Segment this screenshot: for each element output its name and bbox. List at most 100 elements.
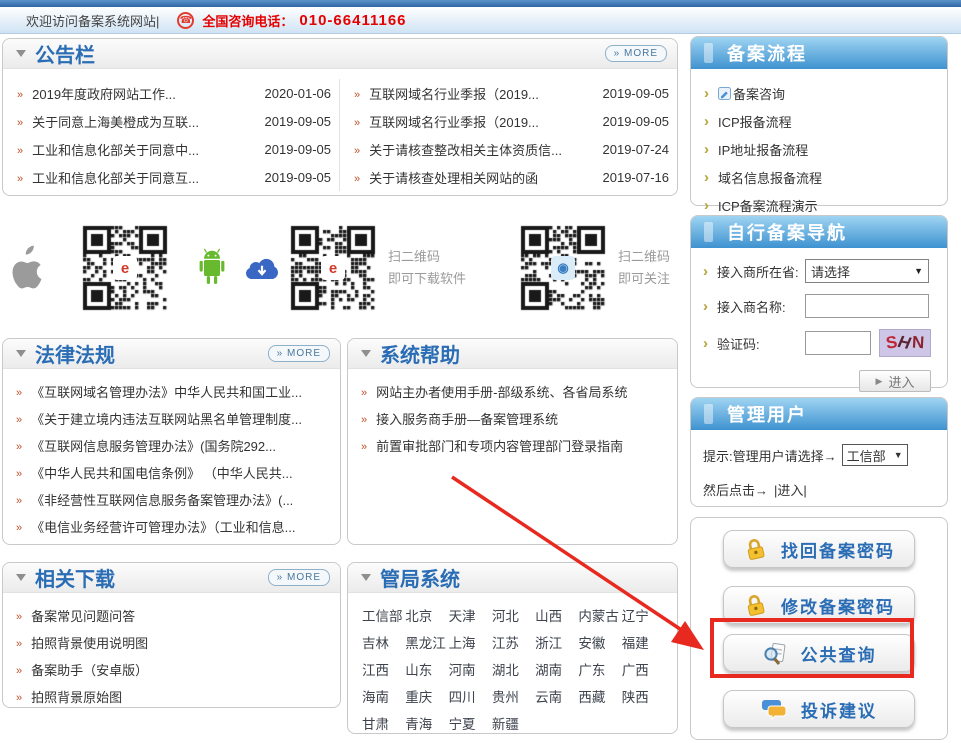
public-query-button[interactable]: 公共查询 <box>723 634 915 672</box>
announcement-item[interactable]: 互联网域名行业季报（2019...2019-09-05 <box>340 107 677 135</box>
bureau-link[interactable]: 北京 <box>405 605 448 625</box>
law-item[interactable]: 《电信业务经营许可管理办法》（工业和信息... <box>3 513 340 540</box>
header-stripe <box>704 43 713 63</box>
bureau-link[interactable]: 甘肃 <box>362 713 405 733</box>
qr-code-download-1: e <box>80 223 170 313</box>
bureau-link[interactable]: 广东 <box>578 659 621 679</box>
law-item[interactable]: 《关于建立境内违法互联网站黑名单管理制度... <box>3 405 340 432</box>
bureau-link[interactable]: 上海 <box>449 632 492 652</box>
download-item[interactable]: 拍照背景原始图 <box>3 683 340 710</box>
process-item[interactable]: 备案咨询 <box>691 79 947 107</box>
top-blue-strip <box>0 0 961 7</box>
law-item[interactable]: 《非经营性互联网信息服务备案管理办法》(... <box>3 486 340 513</box>
province-row: 接入商所在省: 请选择 ▼ <box>703 259 937 283</box>
admin-enter-link[interactable]: |进入| <box>774 480 807 499</box>
bureau-link[interactable]: 福建 <box>622 632 665 652</box>
announcement-item[interactable]: 工业和信息化部关于同意中...2019-09-05 <box>3 135 339 163</box>
law-item[interactable]: 《互联网信息服务管理办法》(国务院292... <box>3 432 340 459</box>
bureau-link[interactable]: 吉林 <box>362 632 405 652</box>
admin-user-select[interactable]: 工信部 ▼ <box>842 444 908 466</box>
bureaus-title: 管局系统 <box>380 563 460 592</box>
bureau-link[interactable]: 贵州 <box>492 686 535 706</box>
help-list: 网站主办者使用手册-部级系统、各省局系统 接入服务商手册—备案管理系统 前置审批… <box>348 369 677 459</box>
cloud-download-icon <box>240 252 284 284</box>
android-logo-icon <box>192 245 232 291</box>
bureau-link[interactable]: 浙江 <box>535 632 578 652</box>
bullet-icon <box>354 114 369 129</box>
bureau-link[interactable]: 天津 <box>449 605 492 625</box>
announcement-item[interactable]: 工业和信息化部关于同意互...2019-09-05 <box>3 163 339 191</box>
bureau-link[interactable]: 江苏 <box>492 632 535 652</box>
announcement-item[interactable]: 2019年度政府网站工作...2020-01-06 <box>3 79 339 107</box>
actions-panel: 找回备案密码 修改备案密码 公共查询 投诉建议 <box>690 517 948 740</box>
welcome-text: 欢迎访问备案系统网站| <box>26 11 159 30</box>
downloads-more-button[interactable]: » MORE <box>268 569 330 586</box>
bureau-link[interactable]: 宁夏 <box>449 713 492 733</box>
isp-name-input[interactable] <box>805 294 929 318</box>
bureau-link[interactable]: 重庆 <box>405 686 448 706</box>
law-item[interactable]: 《互联网域名管理办法》中华人民共和国工业... <box>3 378 340 405</box>
bullet-icon <box>704 169 718 186</box>
bullet-icon <box>354 86 369 101</box>
admin-header: 管理用户 <box>691 398 947 430</box>
padlock-icon <box>741 535 769 563</box>
edit-icon <box>718 87 731 100</box>
bullet-icon <box>16 438 31 453</box>
bureau-link[interactable]: 西藏 <box>578 686 621 706</box>
triangle-down-icon <box>361 350 371 357</box>
bureau-link[interactable]: 陕西 <box>622 686 665 706</box>
province-label: 接入商所在省: <box>717 262 805 281</box>
nav-enter-button[interactable]: ▶ 进入 <box>859 370 931 392</box>
bureau-link[interactable]: 工信部 <box>362 605 405 625</box>
help-item[interactable]: 网站主办者使用手册-部级系统、各省局系统 <box>348 378 677 405</box>
download-item[interactable]: 备案助手（安卓版） <box>3 656 340 683</box>
change-password-button[interactable]: 修改备案密码 <box>723 586 915 624</box>
bureau-link[interactable]: 安徽 <box>578 632 621 652</box>
province-select[interactable]: 请选择 ▼ <box>805 259 929 283</box>
law-item[interactable]: 《中华人民共和国电信条例》 （中华人民共... <box>3 459 340 486</box>
announcements-more-button[interactable]: » MORE <box>605 45 667 62</box>
complaints-button[interactable]: 投诉建议 <box>723 690 915 728</box>
process-item[interactable]: IP地址报备流程 <box>691 135 947 163</box>
bullet-icon <box>17 86 32 101</box>
bureau-link[interactable]: 河北 <box>492 605 535 625</box>
bureau-link[interactable]: 河南 <box>449 659 492 679</box>
help-item[interactable]: 接入服务商手册—备案管理系统 <box>348 405 677 432</box>
chevron-down-icon: ▼ <box>914 266 923 276</box>
download-item[interactable]: 备案常见问题问答 <box>3 602 340 629</box>
bureau-link[interactable]: 黑龙江 <box>405 632 448 652</box>
bureau-link[interactable]: 广西 <box>622 659 665 679</box>
announcement-item[interactable]: 互联网域名行业季报（2019...2019-09-05 <box>340 79 677 107</box>
download-item[interactable]: 拍照背景使用说明图 <box>3 629 340 656</box>
bureau-link[interactable]: 内蒙古 <box>578 605 621 625</box>
announcements-col1: 2019年度政府网站工作...2020-01-06 关于同意上海美橙成为互联..… <box>3 79 340 191</box>
bureau-link[interactable]: 湖南 <box>535 659 578 679</box>
icp-logo-icon: e <box>321 256 345 280</box>
bureau-link[interactable]: 新疆 <box>492 713 535 733</box>
bureau-link[interactable]: 江西 <box>362 659 405 679</box>
bureau-link[interactable]: 青海 <box>405 713 448 733</box>
announcements-title: 公告栏 <box>35 39 95 68</box>
admin-title: 管理用户 <box>727 401 807 427</box>
bureau-link[interactable]: 海南 <box>362 686 405 706</box>
announcement-item[interactable]: 关于请核查处理相关网站的函2019-07-16 <box>340 163 677 191</box>
bureau-link[interactable]: 辽宁 <box>622 605 665 625</box>
bureau-link[interactable]: 湖北 <box>492 659 535 679</box>
bullet-icon <box>703 298 717 315</box>
announcement-item[interactable]: 关于同意上海美橙成为互联...2019-09-05 <box>3 107 339 135</box>
captcha-row: 验证码: SHN <box>703 329 937 357</box>
process-item[interactable]: ICP报备流程 <box>691 107 947 135</box>
bullet-icon <box>16 608 31 623</box>
help-item[interactable]: 前置审批部门和专项内容管理部门登录指南 <box>348 432 677 459</box>
bureau-link[interactable]: 山东 <box>405 659 448 679</box>
process-item[interactable]: 域名信息报备流程 <box>691 163 947 191</box>
bureau-link[interactable]: 山西 <box>535 605 578 625</box>
captcha-input[interactable] <box>805 331 871 355</box>
laws-more-button[interactable]: » MORE <box>268 345 330 362</box>
announcement-item[interactable]: 关于请核查整改相关主体资质信...2019-07-24 <box>340 135 677 163</box>
retrieve-password-button[interactable]: 找回备案密码 <box>723 530 915 568</box>
bureau-link[interactable]: 四川 <box>449 686 492 706</box>
captcha-image: SHN <box>879 329 931 357</box>
bureau-link[interactable]: 云南 <box>535 686 578 706</box>
padlock-icon <box>741 591 769 619</box>
